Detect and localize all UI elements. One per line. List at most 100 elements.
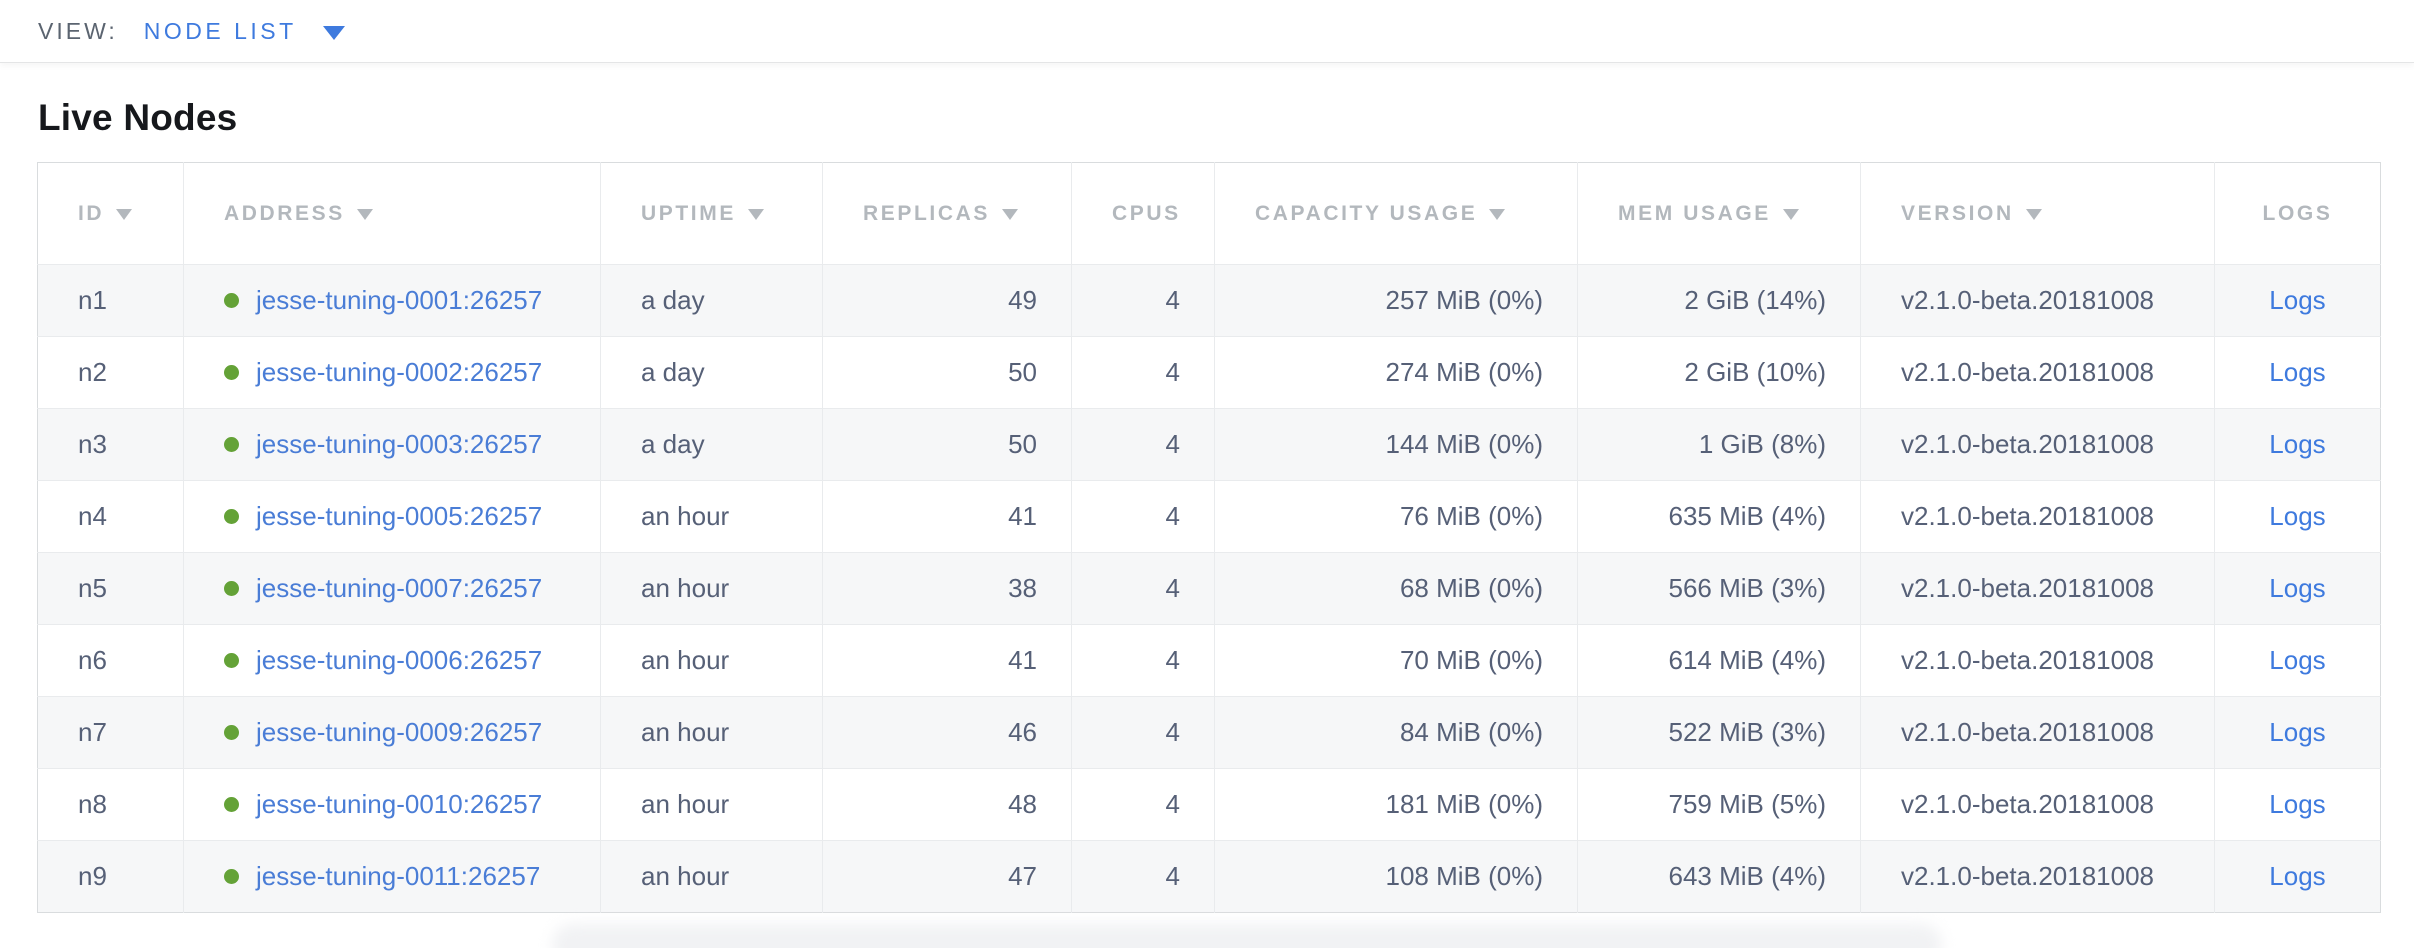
logs-link[interactable]: Logs [2269,645,2325,675]
cell-cpus: 4 [1072,625,1215,697]
node-address-link[interactable]: jesse-tuning-0002:26257 [256,357,542,387]
version-value: v2.1.0-beta.20181008 [1901,573,2154,603]
cell-id: n6 [38,625,184,697]
mem-value: 614 MiB (4%) [1669,645,1827,675]
mem-value: 566 MiB (3%) [1669,573,1827,603]
cell-mem: 566 MiB (3%) [1578,553,1861,625]
column-header-label: REPLICAS [863,202,990,225]
id-value: n4 [78,501,107,531]
cell-cpus: 4 [1072,409,1215,481]
table-header-row: ID ADDRESS UPTIME REPLICAS CPUSCAPACITY USAG… [38,163,2381,265]
column-header-capacity-usage[interactable]: CAPACITY USAGE [1215,163,1578,265]
cell-address: jesse-tuning-0002:26257 [184,337,601,409]
uptime-value: an hour [641,789,729,819]
node-address-link[interactable]: jesse-tuning-0006:26257 [256,645,542,675]
column-header-version[interactable]: VERSION [1861,163,2215,265]
column-header-cpus: CPUS [1072,163,1215,265]
cell-id: n5 [38,553,184,625]
replicas-value: 47 [1008,861,1037,891]
id-value: n2 [78,357,107,387]
replicas-value: 46 [1008,717,1037,747]
replicas-value: 41 [1008,645,1037,675]
id-value: n5 [78,573,107,603]
node-live-status-icon [224,797,239,812]
view-selector-value: NODE LIST [144,18,297,45]
view-selector[interactable]: NODE LIST [144,18,345,45]
cell-capacity: 108 MiB (0%) [1215,841,1578,913]
logs-link[interactable]: Logs [2269,285,2325,315]
mem-value: 643 MiB (4%) [1669,861,1827,891]
logs-link[interactable]: Logs [2269,717,2325,747]
column-header-mem-usage[interactable]: MEM USAGE [1578,163,1861,265]
cell-replicas: 50 [823,337,1072,409]
node-live-status-icon [224,653,239,668]
version-value: v2.1.0-beta.20181008 [1901,861,2154,891]
cpus-value: 4 [1166,717,1180,747]
logs-link[interactable]: Logs [2269,789,2325,819]
capacity-value: 76 MiB (0%) [1400,501,1543,531]
cell-capacity: 274 MiB (0%) [1215,337,1578,409]
node-address-link[interactable]: jesse-tuning-0011:26257 [256,861,540,891]
table-row: n5jesse-tuning-0007:26257an hour38468 Mi… [38,553,2381,625]
column-header-address[interactable]: ADDRESS [184,163,601,265]
replicas-value: 50 [1008,357,1037,387]
cell-uptime: an hour [601,697,823,769]
logs-link[interactable]: Logs [2269,573,2325,603]
cell-logs: Logs [2215,625,2381,697]
id-value: n8 [78,789,107,819]
node-live-status-icon [224,725,239,740]
uptime-value: an hour [641,645,729,675]
node-address-link[interactable]: jesse-tuning-0007:26257 [256,573,542,603]
node-live-status-icon [224,437,239,452]
cell-id: n3 [38,409,184,481]
replicas-value: 48 [1008,789,1037,819]
version-value: v2.1.0-beta.20181008 [1901,789,2154,819]
uptime-value: a day [641,429,705,459]
table-row: n3jesse-tuning-0003:26257a day504144 MiB… [38,409,2381,481]
cell-version: v2.1.0-beta.20181008 [1861,769,2215,841]
node-address-link[interactable]: jesse-tuning-0001:26257 [256,285,542,315]
logs-link[interactable]: Logs [2269,501,2325,531]
bottom-scroll-shadow [552,924,1942,948]
node-address-link[interactable]: jesse-tuning-0005:26257 [256,501,542,531]
node-address-link[interactable]: jesse-tuning-0003:26257 [256,429,542,459]
column-header-label: ADDRESS [224,202,345,225]
table-row: n8jesse-tuning-0010:26257an hour484181 M… [38,769,2381,841]
cell-replicas: 48 [823,769,1072,841]
cell-uptime: a day [601,337,823,409]
mem-value: 1 GiB (8%) [1699,429,1826,459]
cell-version: v2.1.0-beta.20181008 [1861,481,2215,553]
cell-mem: 643 MiB (4%) [1578,841,1861,913]
version-value: v2.1.0-beta.20181008 [1901,645,2154,675]
cell-mem: 1 GiB (8%) [1578,409,1861,481]
cell-replicas: 38 [823,553,1072,625]
column-header-label: UPTIME [641,202,736,225]
node-live-status-icon [224,509,239,524]
version-value: v2.1.0-beta.20181008 [1901,429,2154,459]
column-header-uptime[interactable]: UPTIME [601,163,823,265]
cell-id: n2 [38,337,184,409]
cell-logs: Logs [2215,265,2381,337]
logs-link[interactable]: Logs [2269,357,2325,387]
cell-mem: 614 MiB (4%) [1578,625,1861,697]
view-label: VIEW: [38,18,118,45]
column-header-replicas[interactable]: REPLICAS [823,163,1072,265]
node-live-status-icon [224,869,239,884]
cell-version: v2.1.0-beta.20181008 [1861,841,2215,913]
column-header-label: ID [78,202,104,225]
capacity-value: 68 MiB (0%) [1400,573,1543,603]
logs-link[interactable]: Logs [2269,429,2325,459]
logs-link[interactable]: Logs [2269,861,2325,891]
cell-uptime: a day [601,265,823,337]
table-row: n4jesse-tuning-0005:26257an hour41476 Mi… [38,481,2381,553]
capacity-value: 108 MiB (0%) [1386,861,1544,891]
column-header-id[interactable]: ID [38,163,184,265]
mem-value: 522 MiB (3%) [1669,717,1827,747]
cell-capacity: 181 MiB (0%) [1215,769,1578,841]
node-address-link[interactable]: jesse-tuning-0009:26257 [256,717,542,747]
table-row: n6jesse-tuning-0006:26257an hour41470 Mi… [38,625,2381,697]
node-address-link[interactable]: jesse-tuning-0010:26257 [256,789,542,819]
mem-value: 2 GiB (14%) [1684,285,1826,315]
sort-desc-icon [2026,209,2042,220]
cell-uptime: an hour [601,553,823,625]
